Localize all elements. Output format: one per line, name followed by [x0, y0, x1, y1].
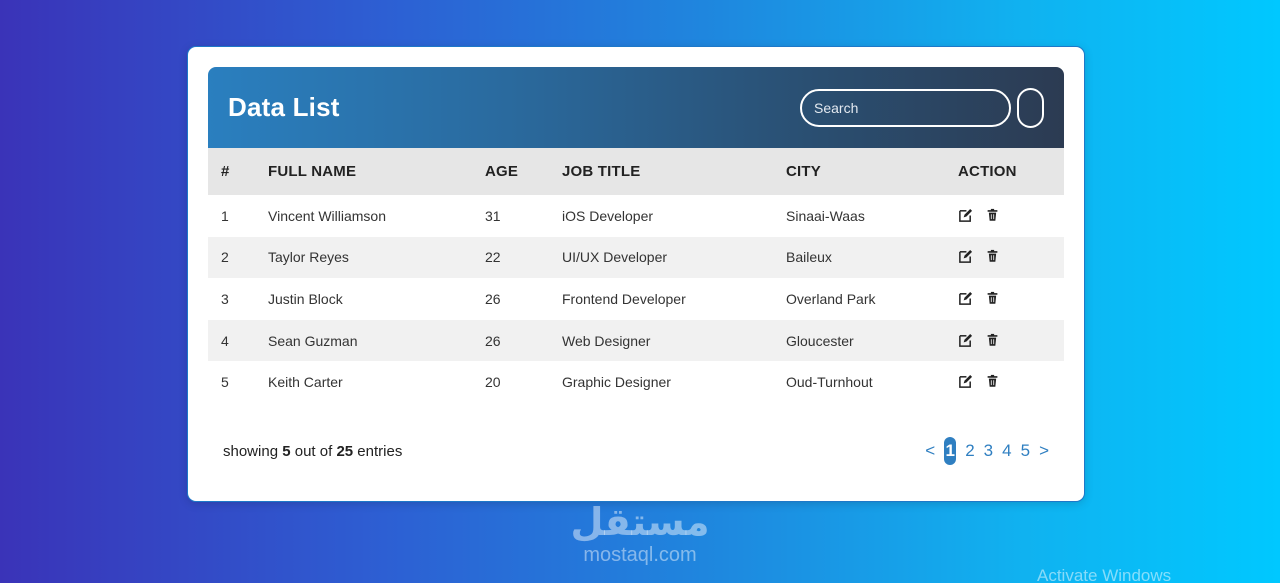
showing-prefix: showing — [223, 442, 279, 460]
table-footer: showing 5 out of 25 entries < 1 2 3 4 5 … — [223, 437, 1049, 465]
out-of-text: out of — [294, 442, 333, 460]
mostaql-watermark: مستقل mostaql.com — [560, 500, 720, 566]
row-city: Overland Park — [786, 290, 876, 307]
table-row: 1 Vincent Williamson 31 iOS Developer Sinaai… — [208, 195, 1064, 237]
trash-icon[interactable] — [986, 374, 1002, 390]
trash-icon[interactable] — [986, 291, 1002, 307]
row-age: 26 — [485, 332, 501, 349]
page-button-3[interactable]: 3 — [984, 441, 993, 461]
edit-icon[interactable] — [958, 291, 974, 307]
column-header-full-name: FULL NAME — [268, 163, 357, 180]
table-row: 5 Keith Carter 20 Graphic Designer Oud-Turnh… — [208, 361, 1064, 403]
row-full-name: Taylor Reyes — [268, 249, 349, 266]
row-job-title: Web Designer — [562, 332, 651, 349]
shown-count: 5 — [282, 442, 291, 460]
search-area — [800, 87, 1044, 128]
row-age: 22 — [485, 249, 501, 266]
row-number: 4 — [221, 332, 229, 349]
total-count: 25 — [336, 442, 354, 460]
row-full-name: Vincent Williamson — [268, 207, 387, 224]
edit-icon[interactable] — [958, 333, 974, 349]
row-age: 20 — [485, 374, 501, 391]
edit-icon[interactable] — [958, 374, 974, 390]
row-full-name: Keith Carter — [268, 374, 343, 391]
row-job-title: iOS Developer — [562, 207, 654, 224]
table-header-row: # FULL NAME AGE JOB TITLE CITY ACTION — [208, 148, 1064, 195]
row-actions — [945, 320, 1064, 362]
column-header-city: CITY — [786, 163, 821, 180]
card-header: Data List — [208, 67, 1064, 148]
column-header-action: ACTION — [958, 163, 1017, 180]
entries-summary: showing 5 out of 25 entries — [223, 443, 402, 460]
row-full-name: Sean Guzman — [268, 332, 358, 349]
row-number: 2 — [221, 249, 229, 266]
edit-icon[interactable] — [958, 208, 974, 224]
row-job-title: Frontend Developer — [562, 290, 686, 307]
table-row: 2 Taylor Reyes 22 UI/UX Developer Baileux — [208, 236, 1064, 279]
row-city: Sinaai-Waas — [786, 207, 865, 224]
row-city: Gloucester — [786, 332, 854, 349]
row-actions — [945, 361, 1064, 403]
column-header-number: # — [221, 163, 230, 180]
row-job-title: UI/UX Developer — [562, 249, 668, 266]
row-number: 5 — [221, 374, 229, 391]
page-button-1[interactable]: 1 — [944, 437, 957, 465]
row-full-name: Justin Block — [268, 290, 343, 307]
column-header-age: AGE — [485, 163, 519, 180]
row-city: Baileux — [786, 249, 832, 266]
row-actions — [945, 237, 1064, 279]
search-input[interactable] — [800, 88, 1011, 127]
row-city: Oud-Turnhout — [786, 374, 873, 391]
row-job-title: Graphic Designer — [562, 374, 671, 391]
page-title: Data List — [228, 92, 340, 122]
data-list-card: Data List # FULL NAME AGE JOB TITLE CITY… — [188, 47, 1084, 501]
row-age: 31 — [485, 207, 501, 224]
row-actions — [945, 278, 1064, 320]
page-button-4[interactable]: 4 — [1002, 441, 1011, 461]
trash-icon[interactable] — [986, 333, 1002, 349]
column-header-job-title: JOB TITLE — [562, 163, 641, 180]
search-button[interactable] — [1017, 87, 1044, 128]
entries-text: entries — [357, 442, 403, 460]
row-number: 3 — [221, 290, 229, 307]
watermark-text: mostaql.com — [583, 544, 697, 566]
page-button-2[interactable]: 2 — [965, 441, 974, 461]
row-number: 1 — [221, 207, 229, 224]
row-age: 26 — [485, 290, 501, 307]
trash-icon[interactable] — [986, 249, 1002, 265]
next-page-button[interactable]: > — [1039, 441, 1049, 461]
table-row: 3 Justin Block 26 Frontend Developer Overlan… — [208, 278, 1064, 320]
trash-icon[interactable] — [986, 208, 1002, 224]
watermark-logo: مستقل — [570, 500, 710, 544]
table-row: 4 Sean Guzman 26 Web Designer Gloucester — [208, 319, 1064, 362]
pagination: < 1 2 3 4 5 > — [925, 437, 1049, 465]
activate-windows-overlay: Activate Windows — [1037, 566, 1172, 583]
page-button-5[interactable]: 5 — [1021, 441, 1030, 461]
data-table: # FULL NAME AGE JOB TITLE CITY ACTION 1 V… — [208, 148, 1064, 403]
prev-page-button[interactable]: < — [925, 441, 935, 461]
edit-icon[interactable] — [958, 249, 974, 265]
row-actions — [945, 195, 1064, 237]
